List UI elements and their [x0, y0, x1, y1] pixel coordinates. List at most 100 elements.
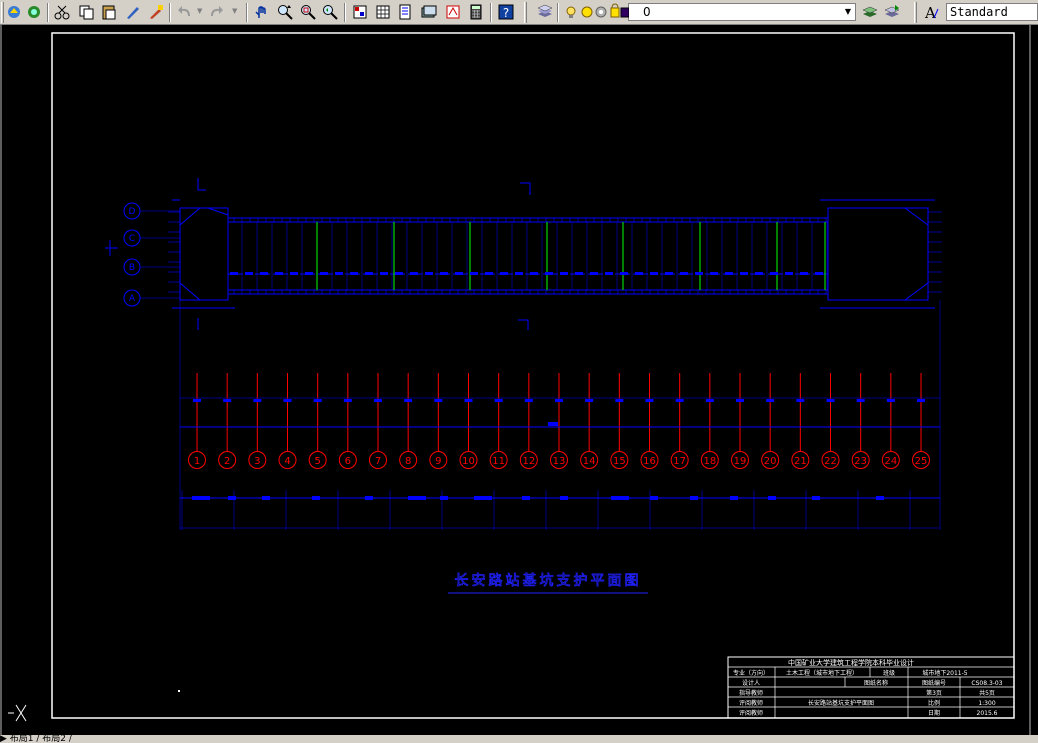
- dimension-tick: [585, 399, 594, 402]
- dimension-tick: [796, 399, 805, 402]
- pile-mark: [710, 272, 718, 275]
- text-style-dropdown[interactable]: Standard: [946, 3, 1038, 21]
- open-icon[interactable]: [5, 3, 23, 21]
- layer-control-dropdown[interactable]: 0 ▼: [566, 3, 856, 21]
- column-axis-label: 22: [824, 456, 837, 467]
- pile-mark: [530, 272, 538, 275]
- pan-icon[interactable]: [253, 3, 271, 21]
- dimension-block: [548, 422, 558, 426]
- column-axis-label: 16: [643, 456, 656, 467]
- pile-mark: [680, 272, 688, 275]
- undo-dropdown-arrow[interactable]: ▼: [197, 7, 202, 15]
- zoom-window-icon[interactable]: [299, 3, 317, 21]
- pile-mark: [500, 272, 508, 275]
- dimension-tick: [494, 399, 503, 402]
- text-style-icon[interactable]: A: [922, 3, 940, 21]
- tb-cell: 1:300: [978, 700, 995, 707]
- column-axis-label: 4: [284, 456, 290, 467]
- make-object-layer-current-icon[interactable]: [861, 3, 879, 21]
- pile-mark: [545, 272, 553, 275]
- design-center-icon[interactable]: [374, 3, 392, 21]
- drawing-title-text: 长安路站基坑支护平面图: [455, 572, 642, 589]
- pile-mark: [800, 272, 808, 275]
- column-axis-label: 20: [764, 456, 777, 467]
- brush-icon[interactable]: [124, 3, 142, 21]
- pile-mark: [650, 272, 658, 275]
- redo-icon[interactable]: [207, 3, 225, 21]
- row-axis-label: C: [129, 234, 135, 244]
- undo-icon[interactable]: [176, 3, 194, 21]
- column-axis-label: 14: [583, 456, 596, 467]
- dimension-block: [192, 496, 210, 500]
- row-axis-label: A: [129, 294, 136, 304]
- toolbar-grip[interactable]: [914, 2, 917, 23]
- tb-cell: 评阅教师: [739, 699, 763, 707]
- column-axis-label: 9: [435, 456, 441, 467]
- dimension-block: [650, 496, 658, 500]
- tb-cell: 土木工程（城市地下工程）: [786, 669, 858, 677]
- toolbar-grip[interactable]: [524, 2, 527, 23]
- toolbar-grip[interactable]: [1, 2, 4, 23]
- pile-mark: [605, 272, 613, 275]
- properties-icon[interactable]: [351, 3, 369, 21]
- pile-mark: [230, 272, 238, 275]
- dimension-tick: [705, 399, 714, 402]
- pile-mark: [485, 272, 493, 275]
- pile-mark: [290, 272, 298, 275]
- column-axis-label: 3: [254, 456, 260, 467]
- drawing-canvas[interactable]: DCBA 1 2 3 4 5 6 7 8 9 10 11 12 13 14 15 16 17 18 19 20 21 22…: [0, 25, 1038, 735]
- pile-mark: [785, 272, 793, 275]
- dimension-block: [408, 496, 426, 500]
- column-axis-label: 23: [854, 456, 867, 467]
- column-axis-label: 15: [613, 456, 626, 467]
- text-style-name: Standard: [950, 5, 1008, 19]
- pile-mark: [815, 272, 823, 275]
- column-axis-label: 7: [375, 456, 381, 467]
- match-properties-icon[interactable]: [147, 3, 165, 21]
- cut-icon[interactable]: [53, 3, 71, 21]
- dimension-block: [440, 496, 448, 500]
- pile-mark: [410, 272, 418, 275]
- title-block-header: 中国矿业大学建筑工程学院本科毕业设计: [788, 658, 914, 667]
- layer-previous-icon[interactable]: [883, 3, 901, 21]
- zoom-previous-icon[interactable]: [321, 3, 339, 21]
- publish-icon[interactable]: [25, 3, 43, 21]
- pile-mark: [335, 272, 343, 275]
- layout-tabs[interactable]: ▶ 布局1 / 布局2 /: [0, 735, 1038, 743]
- svg-text:A: A: [924, 4, 936, 21]
- column-axis-label: 10: [462, 456, 475, 467]
- pile-mark: [665, 272, 673, 275]
- pile-mark: [320, 272, 328, 275]
- pile-mark: [560, 272, 568, 275]
- tool-palettes-icon[interactable]: [397, 3, 415, 21]
- zoom-realtime-icon[interactable]: [276, 3, 294, 21]
- calculator-icon[interactable]: [467, 3, 485, 21]
- dimension-tick: [223, 399, 232, 402]
- chevron-down-icon[interactable]: ▼: [842, 5, 854, 19]
- dimension-tick: [404, 399, 413, 402]
- layer-manager-icon[interactable]: [536, 3, 554, 21]
- tb-cell: 班级: [883, 669, 895, 677]
- pile-mark: [515, 272, 523, 275]
- toolbar-separator: [490, 3, 492, 22]
- dimension-tick: [283, 399, 292, 402]
- pile-mark: [260, 272, 268, 275]
- markup-icon[interactable]: [444, 3, 462, 21]
- pile-mark: [770, 272, 778, 275]
- copy-icon[interactable]: [77, 3, 95, 21]
- redo-dropdown-arrow[interactable]: ▼: [232, 7, 237, 15]
- dimension-block: [876, 496, 884, 500]
- column-axis-label: 17: [673, 456, 686, 467]
- column-axis-label: 24: [884, 456, 897, 467]
- pile-mark: [470, 272, 478, 275]
- help-icon[interactable]: ?: [497, 3, 515, 21]
- column-axis-label: 6: [345, 456, 351, 467]
- sheet-set-icon[interactable]: [420, 3, 438, 21]
- row-axis-label: D: [129, 207, 136, 217]
- paste-icon[interactable]: [100, 3, 118, 21]
- tb-cell: 指导教师: [739, 689, 763, 697]
- column-axis-label: 25: [915, 456, 928, 467]
- pile-mark: [365, 272, 373, 275]
- tb-cell: CS08.3-03: [971, 680, 1002, 687]
- column-axis-label: 5: [314, 456, 320, 467]
